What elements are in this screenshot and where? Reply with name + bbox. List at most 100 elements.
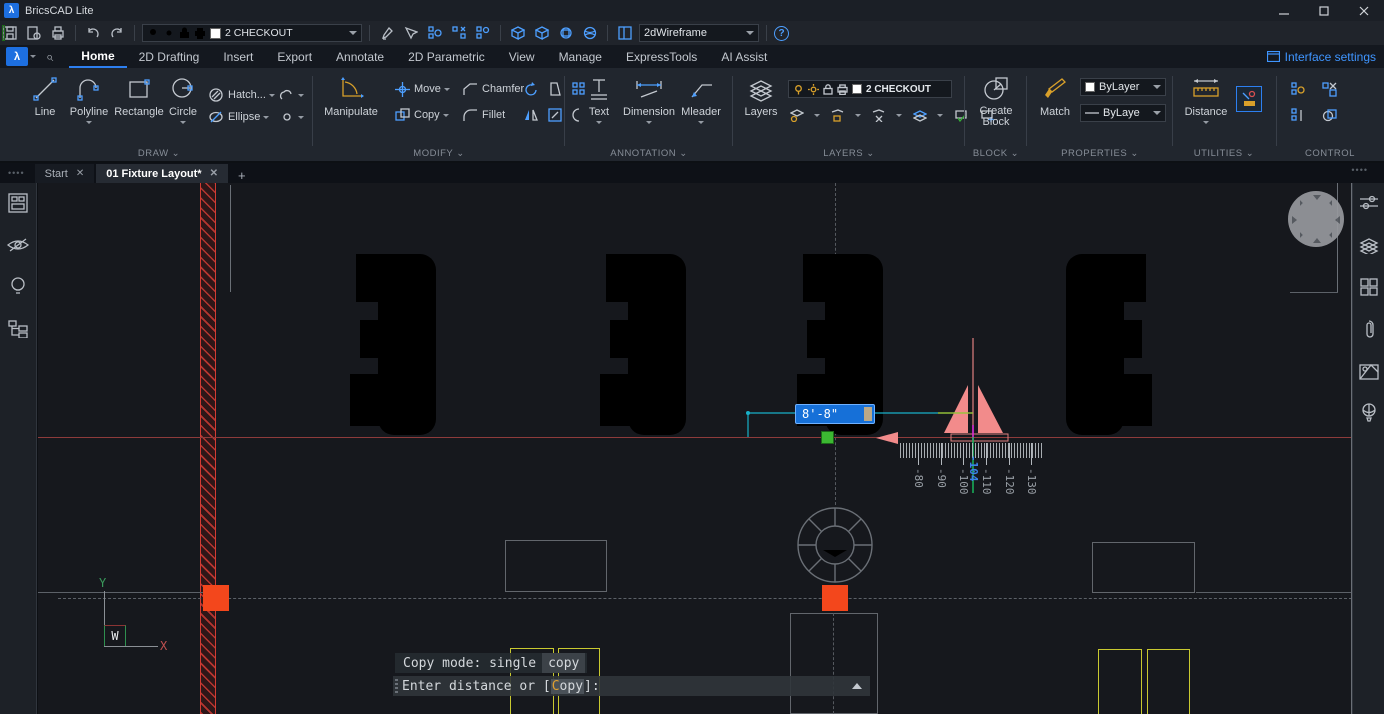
tab-expresstools[interactable]: ExpressTools <box>614 45 709 68</box>
grip-green-square[interactable] <box>821 431 834 444</box>
ribbon-layer-dropdown[interactable]: 2 CHECKOUT <box>788 80 952 98</box>
maximize-button[interactable] <box>1304 0 1344 21</box>
command-history-expand-icon[interactable] <box>852 683 862 689</box>
redo-icon[interactable] <box>107 24 127 42</box>
eyedropper-icon[interactable] <box>377 24 397 42</box>
properties-panel-icon[interactable] <box>6 191 30 215</box>
quick-measure-button[interactable] <box>1236 86 1262 112</box>
structure-tree-icon[interactable] <box>6 317 30 341</box>
selection-modes-icon[interactable] <box>1321 81 1338 97</box>
tab-view[interactable]: View <box>497 45 547 68</box>
match-button[interactable]: Match <box>1032 74 1078 118</box>
world-view-icon[interactable] <box>580 24 600 42</box>
taper-icon[interactable] <box>546 81 563 97</box>
move-button[interactable]: Move <box>394 80 450 98</box>
tab-export[interactable]: Export <box>265 45 324 68</box>
rectangle-button[interactable]: Rectangle <box>116 74 162 118</box>
view-cube-se-icon[interactable] <box>532 24 552 42</box>
lookfrom-widget[interactable] <box>1288 191 1344 247</box>
print-icon[interactable] <box>48 24 68 42</box>
chamfer-button[interactable]: Chamfer <box>462 80 524 98</box>
group-label-block[interactable]: BLOCK ⌄ <box>968 148 1024 159</box>
isolate-objects-icon[interactable] <box>425 24 445 42</box>
command-bar-grip[interactable] <box>395 679 398 693</box>
application-menu-button[interactable]: λ <box>6 47 28 66</box>
tab-annotate[interactable]: Annotate <box>324 45 396 68</box>
close-tab-icon[interactable]: ✕ <box>76 168 84 179</box>
checkout-fixture-2[interactable] <box>598 252 712 438</box>
view-cube-nw-icon[interactable] <box>508 24 528 42</box>
view-rotate-icon[interactable] <box>556 24 576 42</box>
overlap-icon[interactable] <box>1321 107 1338 123</box>
blocks-panel-icon[interactable] <box>1357 275 1381 299</box>
dynamic-dimension-input[interactable]: 8'-8" <box>795 404 875 424</box>
layer-isolate-icon[interactable] <box>788 107 805 123</box>
close-tab-icon[interactable]: ✕ <box>210 168 218 179</box>
point-button[interactable] <box>278 108 304 126</box>
entity-snap-icon[interactable] <box>1290 81 1307 97</box>
tab-insert[interactable]: Insert <box>211 45 265 68</box>
doc-tab-fixture-layout[interactable]: 01 Fixture Layout* ✕ <box>96 164 228 183</box>
tab-ai-assist[interactable]: AI Assist <box>709 45 779 68</box>
drawing-canvas[interactable]: 8'-8" -80 -90 -100 -110 -120 -130 -104 <box>38 183 1352 714</box>
minimize-button[interactable] <box>1264 0 1304 21</box>
checkout-fixture-1[interactable] <box>348 252 462 438</box>
tab-2d-parametric[interactable]: 2D Parametric <box>396 45 497 68</box>
open-icon[interactable] <box>24 24 44 42</box>
layers-button[interactable]: Layers <box>738 74 784 118</box>
linetype-dropdown[interactable]: ByLaye <box>1080 104 1166 122</box>
doc-tab-start[interactable]: Start ✕ <box>35 164 95 183</box>
tab-home[interactable]: Home <box>69 45 126 68</box>
properties-sliders-icon[interactable] <box>1357 191 1381 215</box>
group-label-annotation[interactable]: ANNOTATION ⌄ <box>568 148 730 159</box>
ellipse-button[interactable]: Ellipse <box>208 108 269 126</box>
hatch-button[interactable]: Hatch... <box>208 86 275 104</box>
tab-2d-drafting[interactable]: 2D Drafting <box>127 45 212 68</box>
attachments-paperclip-icon[interactable] <box>1357 317 1381 341</box>
create-block-button[interactable]: Create Block <box>973 74 1019 128</box>
scale-icon[interactable] <box>546 107 563 123</box>
mirror-icon[interactable] <box>522 107 539 123</box>
command-input-bar[interactable]: Enter distance or [Copy]: <box>393 676 870 696</box>
circle-button[interactable]: Circle <box>160 74 206 124</box>
fillet-button[interactable]: Fillet <box>462 106 505 124</box>
hide-eye-icon[interactable] <box>6 233 30 257</box>
line-button[interactable]: Line <box>22 74 68 118</box>
group-label-utilities[interactable]: UTILITIES ⌄ <box>1176 148 1272 159</box>
undo-icon[interactable] <box>83 24 103 42</box>
hide-objects-icon[interactable] <box>449 24 469 42</box>
group-label-modify[interactable]: MODIFY ⌄ <box>316 148 562 159</box>
grid-toggle-icon[interactable] <box>1290 107 1307 123</box>
new-tab-button[interactable]: + <box>230 168 254 183</box>
show-objects-icon[interactable] <box>473 24 493 42</box>
layer-lock-icon[interactable] <box>829 107 846 123</box>
layer-dropdown[interactable]: 2 CHECKOUT <box>142 24 362 42</box>
text-button[interactable]: Text <box>576 74 622 124</box>
manipulate-button[interactable]: Manipulate <box>320 74 382 118</box>
group-label-properties[interactable]: PROPERTIES ⌄ <box>1030 148 1170 159</box>
help-icon[interactable]: ? <box>774 26 789 41</box>
tab-manage[interactable]: Manage <box>547 45 614 68</box>
toolbar-grip[interactable] <box>2 25 5 41</box>
distance-button[interactable]: Distance <box>1180 74 1232 124</box>
light-bulb-icon[interactable] <box>6 275 30 299</box>
close-button[interactable] <box>1344 0 1384 21</box>
polyline-button[interactable]: Polyline <box>66 74 112 124</box>
visual-style-dropdown[interactable]: 2dWireframe <box>639 24 759 42</box>
interface-settings-button[interactable]: Interface settings <box>1267 50 1376 64</box>
layer-states-icon[interactable] <box>911 107 928 123</box>
group-label-layers[interactable]: LAYERS ⌄ <box>736 148 962 159</box>
group-label-draw[interactable]: DRAW ⌄ <box>8 148 310 159</box>
copy-button[interactable]: Copy <box>394 106 449 124</box>
select-similar-icon[interactable] <box>401 24 421 42</box>
layers-panel-icon[interactable] <box>1357 233 1381 257</box>
dimension-button[interactable]: Dimension <box>620 74 678 124</box>
revision-cloud-button[interactable] <box>278 86 304 104</box>
layer-on-icon[interactable] <box>952 107 969 123</box>
color-dropdown[interactable]: ByLayer <box>1080 78 1166 96</box>
rotate-icon[interactable] <box>522 81 539 97</box>
command-keyword-option[interactable]: Copy <box>551 679 584 694</box>
assistant-balloon-icon[interactable] <box>1357 401 1381 425</box>
render-materials-icon[interactable] <box>1357 359 1381 383</box>
search-icon[interactable]: ⌕ <box>46 49 53 65</box>
